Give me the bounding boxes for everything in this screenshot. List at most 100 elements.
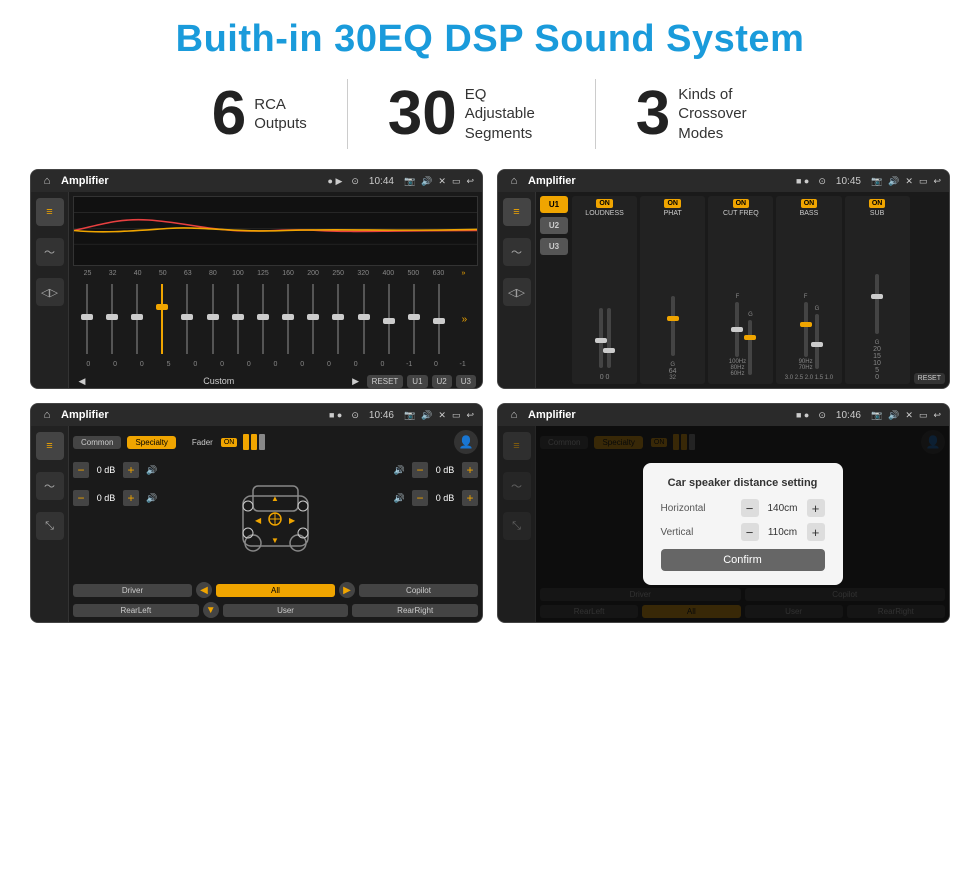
screen-eq: ⌂ Amplifier ● ▶ ⊙ 10:44 📷 🔊 ✕ ▭ ↩ ≡ 〜 ◁▷ [30,169,483,389]
preset-u1-btn[interactable]: U1 [540,196,568,213]
db-minus-top-left[interactable]: − [73,462,89,478]
tab-specialty-3[interactable]: Specialty [127,436,175,449]
bass-slider2[interactable] [815,314,819,369]
btn-user[interactable]: User [223,604,349,617]
eq-next-btn[interactable]: ▶ [349,374,363,388]
eq-slider-14[interactable] [428,279,451,359]
eq-slider-0[interactable] [75,279,98,359]
eq-slider-11[interactable] [352,279,375,359]
stat-label-eq: EQ Adjustable Segments [465,85,555,144]
preset-u3-btn[interactable]: U3 [540,238,568,255]
eq-slider-3[interactable] [151,279,174,359]
arrow-right-btn[interactable]: ▶ [339,582,355,598]
eq-slider-1[interactable] [100,279,123,359]
stat-rca: 6 RCA Outputs [172,83,347,145]
db-top-right: 🔊 − 0 dB + [325,462,479,478]
screen2-content: ≡ 〜 ◁▷ U1 U2 U3 ON LOUDNESS [498,192,949,388]
eq-reset-btn[interactable]: RESET [367,375,404,388]
arrow-left-btn[interactable]: ◀ [196,582,212,598]
person-icon-3[interactable]: 👤 [454,430,478,454]
eq-slider-2[interactable] [125,279,148,359]
dialog-horizontal-plus[interactable]: + [807,499,825,517]
volume-icon-4: 🔊 [888,410,899,421]
status-time-1: 10:44 [369,176,394,187]
eq-slider-4[interactable] [176,279,199,359]
close-icon-3: ✕ [438,410,446,421]
phat-label: PHAT [664,210,682,217]
db-plus-bot-left[interactable]: + [123,490,139,506]
cutfreq-slider2[interactable] [748,320,752,375]
page-wrapper: Buith-in 30EQ DSP Sound System 6 RCA Out… [0,0,980,633]
btn-all[interactable]: All [216,584,335,597]
dialog-horizontal-control: − 140cm + [741,499,825,517]
eq-slider-13[interactable] [402,279,425,359]
btn-driver[interactable]: Driver [73,584,192,597]
sidebar-vol-btn[interactable]: ◁▷ [36,278,64,306]
sidebar-eq-btn-3[interactable]: ≡ [36,432,64,460]
eq-slider-5[interactable] [201,279,224,359]
sidebar-expand-btn-3[interactable]: ⤡ [36,512,64,540]
loudness-slider[interactable] [599,308,603,368]
loudness-on-badge: ON [596,199,613,208]
eq-slider-6[interactable] [226,279,249,359]
sidebar-wave-btn[interactable]: 〜 [36,238,64,266]
db-plus-top-right[interactable]: + [462,462,478,478]
sidebar-vol-btn-2[interactable]: ◁▷ [503,278,531,306]
dialog-horizontal-row: Horizontal − 140cm + [661,499,825,517]
eq-slider-8[interactable] [277,279,300,359]
dialog-confirm-button[interactable]: Confirm [661,549,825,571]
close-icon-1: ✕ [438,176,446,187]
btn-rearright[interactable]: RearRight [352,604,478,617]
sidebar-wave-btn-4[interactable]: 〜 [503,472,531,500]
eq-u3-btn[interactable]: U3 [456,375,476,388]
eq-slider-7[interactable] [251,279,274,359]
sub-slider[interactable] [875,274,879,334]
amp3-main: Common Specialty Fader ON 👤 [69,426,482,622]
status-bar-4: ⌂ Amplifier ■ ● ⊙ 10:46 📷 🔊 ✕ ▭ ↩ [498,404,949,426]
sidebar-wave-btn-3[interactable]: 〜 [36,472,64,500]
dialog-vertical-control: − 110cm + [741,523,825,541]
bass-slider1[interactable] [804,302,808,357]
stat-label-crossover: Kinds of Crossover Modes [678,85,768,144]
db-plus-bot-right[interactable]: + [462,490,478,506]
phat-slider[interactable] [671,296,675,356]
dialog-horizontal-minus[interactable]: − [741,499,759,517]
btn-rearleft[interactable]: RearLeft [73,604,199,617]
amp2-reset-btn[interactable]: RESET [914,373,945,384]
eq-slider-12[interactable] [377,279,400,359]
arrow-down-btn[interactable]: ▼ [203,602,219,618]
home-icon-3: ⌂ [39,407,55,423]
sub-on-badge: ON [869,199,886,208]
back-icon-3: ↩ [466,410,474,421]
volume-icon-3: 🔊 [421,410,432,421]
eq-u1-btn[interactable]: U1 [407,375,427,388]
tab-common-3[interactable]: Common [73,436,121,449]
svg-text:▼: ▼ [271,536,279,545]
db-minus-bot-left[interactable]: − [73,490,89,506]
db-minus-bot-right[interactable]: − [412,490,428,506]
amp4-main: Common Specialty ON 👤 Driver Copilo [536,426,949,622]
btn-copilot[interactable]: Copilot [359,584,478,597]
sidebar-eq-btn-2[interactable]: ≡ [503,198,531,226]
sidebar-eq-btn[interactable]: ≡ [36,198,64,226]
amp3-bottom-row2: RearLeft ▼ User RearRight [73,602,478,618]
db-bottom-right: 🔊 − 0 dB + [325,490,479,506]
eq-preset-label: Custom [93,376,345,386]
dialog-vertical-plus[interactable]: + [807,523,825,541]
eq-freq-labels: 25 32 40 50 63 80 100 125 160 200 250 32… [73,270,478,277]
sidebar-wave-btn-2[interactable]: 〜 [503,238,531,266]
sidebar-expand-btn-4[interactable]: ⤡ [503,512,531,540]
eq-slider-10[interactable] [327,279,350,359]
dialog-vertical-minus[interactable]: − [741,523,759,541]
eq-u2-btn[interactable]: U2 [432,375,452,388]
eq-slider-9[interactable] [302,279,325,359]
cutfreq-slider1[interactable] [735,302,739,357]
preset-u2-btn[interactable]: U2 [540,217,568,234]
close-icon-2: ✕ [905,176,913,187]
eq-prev-btn[interactable]: ◀ [75,374,89,388]
bass-label: BASS [800,210,819,217]
db-minus-top-right[interactable]: − [412,462,428,478]
sidebar-eq-btn-4[interactable]: ≡ [503,432,531,460]
loudness-slider2[interactable] [607,308,611,368]
db-plus-top-left[interactable]: + [123,462,139,478]
